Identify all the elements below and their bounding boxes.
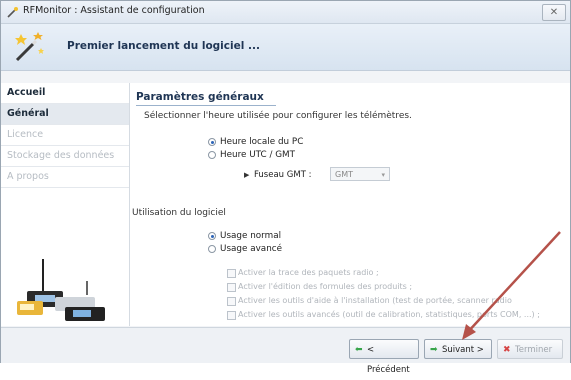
sidebar-item-a-propos: A propos: [1, 167, 129, 188]
rf-devices-image: [17, 259, 105, 321]
checkbox-edition-formules-label: Activer l'édition des formules des produ…: [238, 282, 413, 291]
checkbox-trace-paquets-label: Activer la trace des paquets radio ;: [238, 268, 379, 277]
timezone-value: GMT: [335, 170, 353, 179]
radio-selected-icon: [208, 232, 216, 240]
radio-heure-utc[interactable]: Heure UTC / GMT: [208, 150, 295, 160]
sidebar-item-general[interactable]: Général: [1, 104, 129, 125]
checkbox-edition-formules: Activer l'édition des formules des produ…: [227, 282, 413, 292]
radio-heure-locale-label: Heure locale du PC: [220, 137, 304, 147]
arrow-right-icon: ➡: [430, 345, 438, 355]
chevron-down-icon: ▾: [381, 171, 385, 179]
timezone-select[interactable]: GMT ▾: [330, 167, 390, 181]
window-title: RFMonitor : Assistant de configuration: [23, 5, 205, 16]
sidebar-item-licence: Licence: [1, 125, 129, 146]
close-icon: ✕: [549, 7, 559, 18]
checkbox-outils-installation: Activer les outils d'aide à l'installati…: [227, 296, 512, 306]
title-bar: RFMonitor : Assistant de configuration ✕: [1, 1, 570, 24]
checkbox-box-icon: [227, 283, 236, 292]
next-button-label: Suivant >: [442, 345, 484, 355]
sidebar-item-stockage: Stockage des données: [1, 146, 129, 167]
radio-usage-normal-label: Usage normal: [220, 231, 282, 241]
usage-section-title: Utilisation du logiciel: [132, 208, 226, 218]
arrow-left-icon: ⬅: [355, 345, 363, 355]
checkbox-outils-avances: Activer les outils avancés (outil de cal…: [227, 310, 540, 320]
checkbox-trace-paquets: Activer la trace des paquets radio ;: [227, 268, 379, 278]
wizard-banner: Premier lancement du logiciel ...: [1, 24, 570, 71]
previous-button-label: < Précédent: [367, 345, 410, 375]
triangle-right-icon: ▶: [244, 171, 250, 179]
checkbox-box-icon: [227, 311, 236, 320]
configuration-wizard-window: RFMonitor : Assistant de configuration ✕…: [0, 0, 571, 375]
cancel-x-icon: ✖: [503, 345, 511, 355]
checkbox-outils-installation-label: Activer les outils d'aide à l'installati…: [238, 296, 512, 305]
radio-selected-icon: [208, 138, 216, 146]
radio-heure-locale[interactable]: Heure locale du PC: [208, 137, 303, 147]
radio-usage-avance[interactable]: Usage avancé: [208, 244, 282, 254]
checkbox-box-icon: [227, 297, 236, 306]
banner-title: Premier lancement du logiciel ...: [67, 40, 260, 52]
timezone-label: Fuseau GMT :: [254, 170, 312, 180]
wand-stars-icon: [15, 32, 44, 62]
wand-icon: [7, 7, 18, 18]
radio-unselected-icon: [208, 151, 216, 159]
section-title: Paramètres généraux: [136, 91, 264, 103]
finish-button-label: Terminer: [515, 345, 553, 355]
radio-unselected-icon: [208, 245, 216, 253]
checkbox-outils-avances-label: Activer les outils avancés (outil de cal…: [238, 310, 540, 319]
section-description: Sélectionner l'heure utilisée pour confi…: [144, 111, 412, 121]
checkbox-box-icon: [227, 269, 236, 278]
section-divider: [136, 105, 276, 106]
next-button[interactable]: ➡ Suivant >: [424, 339, 492, 359]
radio-usage-normal[interactable]: Usage normal: [208, 231, 281, 241]
sidebar-item-accueil[interactable]: Accueil: [1, 83, 129, 104]
radio-usage-avance-label: Usage avancé: [220, 244, 283, 254]
previous-button[interactable]: ⬅ < Précédent: [349, 339, 419, 375]
wizard-steps-sidebar: Accueil Général Licence Stockage des don…: [1, 83, 130, 326]
wizard-footer: ⬅ < Précédent ➡ Suivant > ✖ Terminer: [1, 327, 570, 375]
close-button[interactable]: ✕: [542, 4, 566, 21]
radio-heure-utc-label: Heure UTC / GMT: [220, 150, 296, 160]
finish-button: ✖ Terminer: [497, 339, 563, 359]
general-settings-panel: Paramètres généraux Sélectionner l'heure…: [130, 83, 570, 326]
